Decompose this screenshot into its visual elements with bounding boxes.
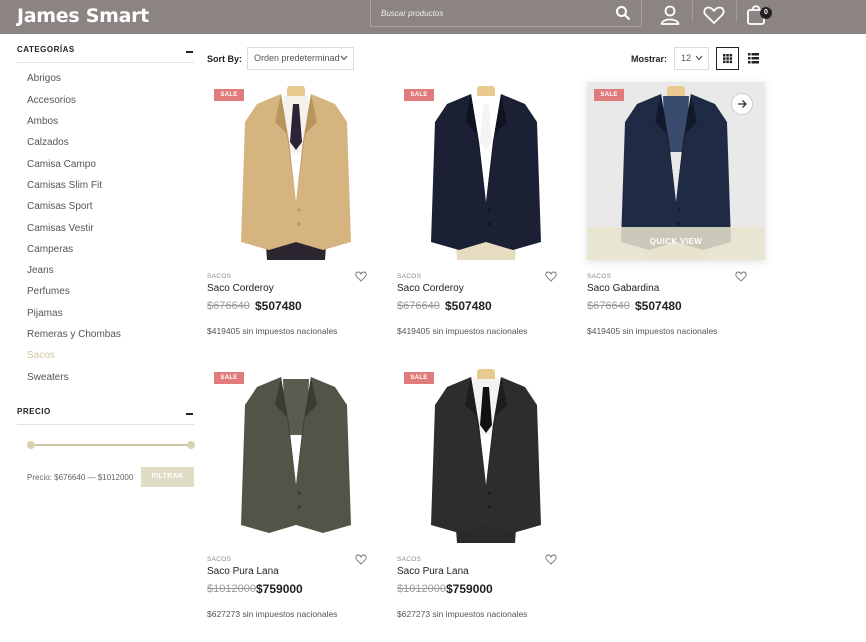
product-old-price: $676640 [587, 300, 630, 312]
sale-badge: SALE [214, 89, 244, 101]
sort-select-chevron-area[interactable] [340, 47, 354, 70]
sale-badge: SALE [404, 372, 434, 384]
price-range-label: Precio: $676640 — $1012000 [27, 473, 134, 482]
product-photo-jacket [431, 369, 541, 543]
product-old-price: $676640 [397, 300, 440, 312]
product-old-price: $1012000 [207, 583, 256, 595]
quick-view-button[interactable]: QUICK VIEW [587, 227, 765, 260]
per-page-value: 12 [681, 53, 692, 63]
grid-icon [723, 54, 733, 64]
categories-title: CATEGORÍAS [17, 45, 75, 54]
search-input[interactable] [371, 0, 611, 26]
product-photo-jacket [241, 377, 351, 533]
product-tax-note: $419405 sin impuestos nacionales [587, 326, 718, 336]
wishlist-heart-icon[interactable] [735, 271, 747, 282]
product-image[interactable]: SALE [207, 82, 385, 260]
category-item[interactable]: Pijamas [27, 308, 63, 319]
sale-badge: SALE [214, 372, 244, 384]
category-item[interactable]: Sweaters [27, 372, 69, 383]
chevron-down-icon [695, 55, 703, 61]
cart-count-badge: 0 [760, 7, 772, 19]
wishlist-heart-icon[interactable] [355, 554, 367, 565]
category-item[interactable]: Jeans [27, 265, 54, 276]
product-price: $507480 [255, 299, 302, 313]
price-range-min-handle[interactable] [27, 441, 35, 449]
product-photo-jacket [431, 86, 541, 260]
product-tax-note: $627273 sin impuestos nacionales [397, 609, 528, 619]
divider [17, 424, 194, 425]
user-icon[interactable] [658, 3, 682, 27]
category-item[interactable]: Camisas Slim Fit [27, 180, 102, 191]
list-icon [748, 53, 759, 64]
list-view-button[interactable] [742, 47, 765, 70]
header-divider [692, 0, 693, 22]
category-item[interactable]: Camperas [27, 244, 73, 255]
category-item[interactable]: Perfumes [27, 286, 70, 297]
sale-badge: SALE [404, 89, 434, 101]
site-header: James Smart 0 [0, 0, 866, 34]
sort-select-value: Orden predeterminado [254, 53, 345, 63]
filter-button[interactable]: FILTRAR [141, 467, 194, 487]
category-item[interactable]: Abrigos [27, 73, 61, 84]
search-icon[interactable] [615, 5, 631, 21]
price-range-max-handle[interactable] [187, 441, 195, 449]
arrow-right-icon [738, 100, 747, 108]
price-range-track [31, 444, 191, 446]
product-photo-jacket [241, 86, 351, 260]
category-item[interactable]: Remeras y Chombas [27, 329, 121, 340]
collapse-price-icon[interactable] [186, 413, 193, 415]
category-item-active[interactable]: Sacos [27, 350, 55, 361]
category-item[interactable]: Ambos [27, 116, 58, 127]
show-per-page-label: Mostrar: [631, 54, 668, 64]
product-category[interactable]: SACOS [207, 556, 231, 563]
product-tax-note: $419405 sin impuestos nacionales [207, 326, 338, 336]
product-price: $507480 [445, 299, 492, 313]
product-name[interactable]: Saco Corderoy [207, 283, 274, 294]
product-image[interactable]: SALE QUICK VIEW [587, 82, 765, 260]
product-price: $507480 [635, 299, 682, 313]
wishlist-heart-icon[interactable] [545, 554, 557, 565]
wishlist-heart-icon[interactable] [545, 271, 557, 282]
category-item[interactable]: Camisas Vestir [27, 223, 94, 234]
category-item[interactable]: Calzados [27, 137, 69, 148]
wishlist-heart-icon[interactable] [355, 271, 367, 282]
product-price: $759000 [446, 582, 493, 596]
per-page-select[interactable]: 12 [674, 47, 709, 70]
product-category[interactable]: SACOS [397, 273, 421, 280]
category-item[interactable]: Camisas Sport [27, 201, 93, 212]
product-tax-note: $419405 sin impuestos nacionales [397, 326, 528, 336]
product-name[interactable]: Saco Corderoy [397, 283, 464, 294]
product-category[interactable]: SACOS [397, 556, 421, 563]
sort-select[interactable]: Orden predeterminado [247, 47, 354, 70]
chevron-down-icon [340, 55, 348, 61]
product-tax-note: $627273 sin impuestos nacionales [207, 609, 338, 619]
site-logo[interactable]: James Smart [17, 5, 149, 27]
product-old-price: $1012000 [397, 583, 446, 595]
category-item[interactable]: Accesorios [27, 95, 76, 106]
product-name[interactable]: Saco Pura Lana [397, 566, 469, 577]
product-name[interactable]: Saco Gabardina [587, 283, 659, 294]
product-category[interactable]: SACOS [207, 273, 231, 280]
product-old-price: $676640 [207, 300, 250, 312]
next-arrow-button[interactable] [731, 93, 753, 115]
product-image[interactable]: SALE [397, 82, 575, 260]
divider [17, 62, 194, 63]
product-name[interactable]: Saco Pura Lana [207, 566, 279, 577]
grid-view-button[interactable] [716, 47, 739, 70]
price-title: PRECIO [17, 407, 51, 416]
product-image[interactable]: SALE [207, 365, 385, 543]
search-bar [370, 0, 642, 27]
product-image[interactable]: SALE [397, 365, 575, 543]
category-item[interactable]: Camisa Campo [27, 159, 96, 170]
sale-badge: SALE [594, 89, 624, 101]
product-category[interactable]: SACOS [587, 273, 611, 280]
sort-by-label: Sort By: [207, 54, 243, 64]
product-price: $759000 [256, 582, 303, 596]
header-divider [736, 0, 737, 22]
collapse-categories-icon[interactable] [186, 51, 193, 53]
wishlist-heart-icon[interactable] [702, 3, 726, 27]
